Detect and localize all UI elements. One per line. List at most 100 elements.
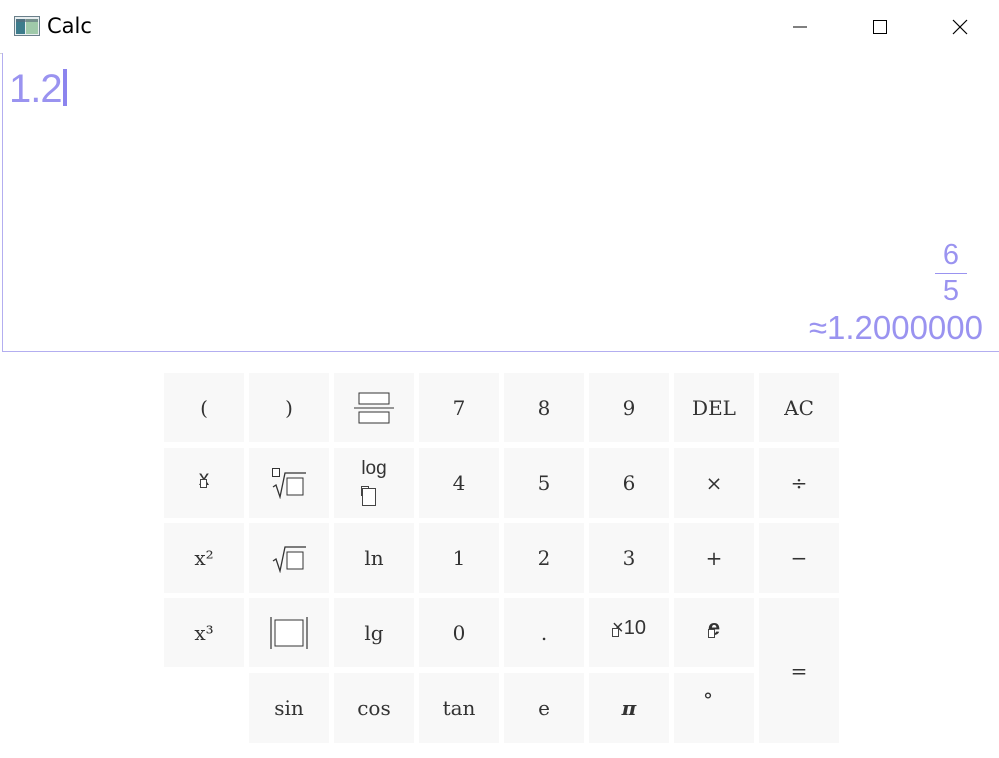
key-label: 6 bbox=[622, 471, 636, 495]
pi-key[interactable]: π bbox=[589, 673, 669, 743]
multiply-key[interactable]: × bbox=[674, 448, 754, 518]
power-template: x bbox=[199, 467, 210, 500]
key-label: 5 bbox=[537, 471, 551, 495]
square-root-key[interactable] bbox=[249, 523, 329, 593]
expression-text: 1.2 bbox=[9, 67, 63, 111]
window-title: Calc bbox=[47, 14, 92, 38]
maximize-button[interactable] bbox=[840, 0, 920, 53]
digit-0-key[interactable]: 0 bbox=[419, 598, 499, 667]
log-text: log bbox=[361, 458, 387, 479]
all-clear-key[interactable]: AC bbox=[759, 373, 839, 442]
minimize-button[interactable] bbox=[760, 0, 840, 53]
sin-key[interactable]: sin bbox=[249, 673, 329, 743]
equals-key[interactable]: = bbox=[759, 598, 839, 743]
key-label: 7 bbox=[452, 395, 466, 420]
text-cursor bbox=[62, 69, 67, 106]
fraction-template-icon bbox=[354, 392, 394, 423]
decimal-point-key[interactable]: . bbox=[504, 598, 584, 667]
exp-key[interactable]: e bbox=[674, 598, 754, 667]
key-label: . bbox=[540, 620, 548, 645]
common-log-key[interactable]: lg bbox=[334, 598, 414, 667]
key-label: ( bbox=[200, 395, 208, 420]
minus-key[interactable]: − bbox=[759, 523, 839, 593]
digit-9-key[interactable]: 9 bbox=[589, 373, 669, 442]
key-label: x² bbox=[194, 546, 214, 570]
digit-3-key[interactable]: 3 bbox=[589, 523, 669, 593]
key-label: x³ bbox=[194, 620, 214, 645]
calc-window: Calc 1.2 6 5 ≈1.2000000 ( ) 7 8 9 DEL AC… bbox=[0, 0, 999, 758]
key-label: DEL bbox=[692, 395, 736, 420]
display-area[interactable]: 1.2 6 5 ≈1.2000000 bbox=[2, 53, 999, 352]
euler-constant-key[interactable]: e bbox=[504, 673, 584, 743]
log-template: log bbox=[361, 458, 387, 508]
key-label: + bbox=[705, 546, 723, 570]
degree-key[interactable]: ° bbox=[674, 673, 754, 743]
absolute-value-key[interactable] bbox=[249, 598, 329, 667]
digit-4-key[interactable]: 4 bbox=[419, 448, 499, 518]
square-root-icon bbox=[272, 546, 306, 573]
title-bar: Calc bbox=[0, 0, 999, 54]
digit-8-key[interactable]: 8 bbox=[504, 373, 584, 442]
left-paren-key[interactable]: ( bbox=[164, 373, 244, 442]
log-base-key[interactable]: log bbox=[334, 448, 414, 518]
exponent-placeholder bbox=[707, 629, 715, 638]
nth-root-key[interactable] bbox=[249, 448, 329, 518]
exponent-placeholder bbox=[612, 627, 620, 637]
nth-root-icon bbox=[272, 468, 306, 499]
key-label: 8 bbox=[537, 395, 551, 420]
approximate-result: ≈1.2000000 bbox=[808, 309, 983, 346]
close-button[interactable] bbox=[921, 0, 999, 53]
fraction-numerator: 6 bbox=[942, 239, 960, 271]
times-ten-template: ×10 bbox=[612, 617, 646, 649]
app-icon bbox=[14, 16, 40, 36]
divide-key[interactable]: ÷ bbox=[759, 448, 839, 518]
digit-6-key[interactable]: 6 bbox=[589, 448, 669, 518]
plus-key[interactable]: + bbox=[674, 523, 754, 593]
key-label: ln bbox=[364, 546, 384, 570]
key-label: = bbox=[790, 658, 808, 683]
key-label: tan bbox=[442, 696, 476, 720]
expression-input[interactable]: 1.2 bbox=[9, 67, 67, 112]
key-label: lg bbox=[364, 620, 384, 645]
natural-log-key[interactable]: ln bbox=[334, 523, 414, 593]
key-label: ° bbox=[703, 688, 713, 712]
minimize-icon bbox=[793, 26, 807, 27]
key-label: 2 bbox=[537, 546, 551, 570]
maximize-icon bbox=[873, 19, 887, 34]
digit-7-key[interactable]: 7 bbox=[419, 373, 499, 442]
power-key[interactable]: x bbox=[164, 448, 244, 518]
tan-key[interactable]: tan bbox=[419, 673, 499, 743]
fraction-denominator: 5 bbox=[942, 275, 960, 307]
digit-5-key[interactable]: 5 bbox=[504, 448, 584, 518]
key-label: 0 bbox=[452, 620, 466, 645]
key-label: − bbox=[790, 546, 808, 570]
key-label: 1 bbox=[452, 546, 466, 570]
close-icon bbox=[952, 19, 968, 34]
cos-key[interactable]: cos bbox=[334, 673, 414, 743]
key-label: cos bbox=[357, 696, 391, 720]
key-label: 4 bbox=[452, 471, 466, 495]
exp-template: e bbox=[707, 615, 720, 650]
right-paren-key[interactable]: ) bbox=[249, 373, 329, 442]
cube-key[interactable]: x³ bbox=[164, 598, 244, 667]
exponent-placeholder bbox=[199, 478, 207, 488]
fraction-key[interactable] bbox=[334, 373, 414, 442]
result-fraction: 6 5 bbox=[933, 239, 969, 308]
digit-1-key[interactable]: 1 bbox=[419, 523, 499, 593]
fraction-bar bbox=[935, 273, 967, 274]
digit-2-key[interactable]: 2 bbox=[504, 523, 584, 593]
key-label: ÷ bbox=[790, 471, 808, 495]
delete-key[interactable]: DEL bbox=[674, 373, 754, 442]
key-label: e bbox=[538, 696, 550, 720]
absolute-value-icon bbox=[270, 616, 308, 649]
square-key[interactable]: x² bbox=[164, 523, 244, 593]
key-label: 3 bbox=[622, 546, 636, 570]
key-label: π bbox=[621, 696, 637, 720]
times-ten-power-key[interactable]: ×10 bbox=[589, 598, 669, 667]
key-label: 9 bbox=[622, 395, 636, 420]
key-label: sin bbox=[274, 696, 304, 720]
key-label: ) bbox=[285, 395, 293, 420]
key-label: × bbox=[705, 471, 723, 495]
key-label: AC bbox=[784, 395, 814, 420]
log-argument-placeholder bbox=[362, 488, 377, 506]
